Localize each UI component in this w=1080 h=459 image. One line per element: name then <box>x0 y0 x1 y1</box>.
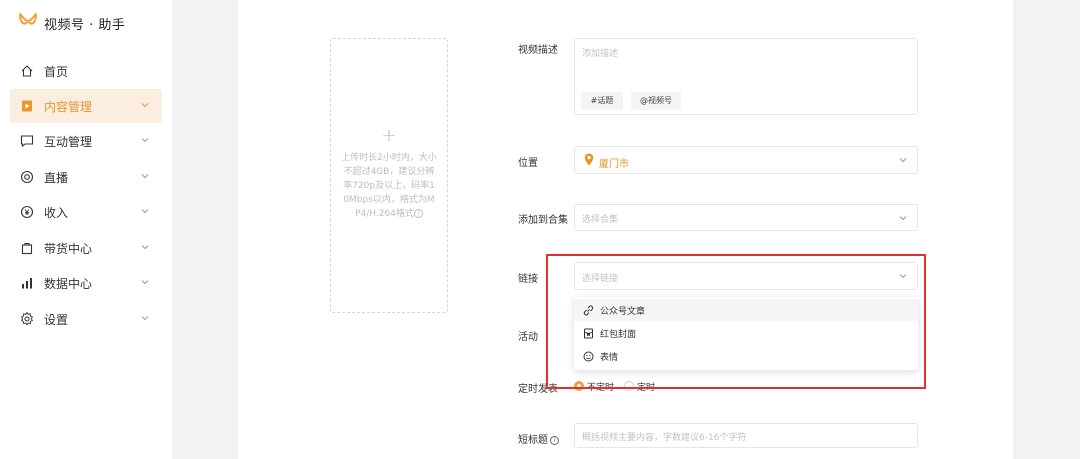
chat-icon <box>20 134 34 148</box>
radio-scheduled[interactable] <box>624 381 635 391</box>
collection-placeholder: 选择合集 <box>582 215 619 225</box>
sidebar-item-label: 首页 <box>44 64 69 79</box>
sidebar-item-income[interactable]: 收入 <box>10 195 162 229</box>
plus-icon: + <box>381 125 397 146</box>
chevron-down-icon <box>141 209 149 214</box>
video-content-icon <box>20 99 34 113</box>
yen-icon <box>20 205 34 219</box>
sidebar-item-label: 带货中心 <box>44 241 93 256</box>
radio-label[interactable]: 定时 <box>637 380 655 393</box>
short-title-label: 短标题 i <box>518 431 559 446</box>
radio-label[interactable]: 不定时 <box>587 380 614 393</box>
sidebar-item-label: 互动管理 <box>44 134 93 149</box>
sidebar-item-label: 内容管理 <box>44 99 93 114</box>
radio-not-scheduled[interactable] <box>574 381 584 391</box>
description-textarea[interactable]: 添加描述 #话题 @视频号 <box>574 38 918 115</box>
link-placeholder: 选择链接 <box>582 274 619 284</box>
upload-tip-text: 上传时长2小时内，大小不超过4GB，建议分辨率720p及以上，码率10Mbps以… <box>341 153 437 219</box>
description-label: 视频描述 <box>518 45 558 56</box>
location-pin-icon <box>584 153 594 166</box>
link-option-label: 公众号文章 <box>600 306 646 317</box>
sidebar-item-commerce[interactable]: 带货中心 <box>10 231 162 265</box>
info-icon[interactable]: i <box>413 209 423 218</box>
sidebar-item-label: 收入 <box>44 205 69 220</box>
topic-tag-button[interactable]: #话题 <box>581 92 623 110</box>
short-title-input[interactable]: 概括视频主要内容，字数建议6-16个字符 <box>574 423 918 448</box>
video-upload-area[interactable]: + 上传时长2小时内，大小不超过4GB，建议分辨率720p及以上，码率10Mbp… <box>330 38 448 313</box>
link-option-emoji[interactable]: 表情 <box>574 345 918 367</box>
gear-icon <box>20 312 34 326</box>
shopping-bag-icon <box>20 241 34 255</box>
location-value: 厦门市 <box>599 159 629 170</box>
sidebar: 视频号 · 助手 首页 内容管理 互动管理 直播 收入 带货中心 数据中心 设置 <box>0 0 172 459</box>
home-icon <box>20 64 34 78</box>
sidebar-item-label: 数据中心 <box>44 276 93 291</box>
link-option-red-packet[interactable]: 红包封面 <box>574 322 918 344</box>
mention-tag-button[interactable]: @视频号 <box>631 92 681 110</box>
sidebar-item-settings[interactable]: 设置 <box>10 302 162 336</box>
chevron-down-icon <box>141 316 149 321</box>
brand[interactable]: 视频号 · 助手 <box>18 12 125 34</box>
schedule-radio-group: 不定时 定时 <box>574 379 665 393</box>
upload-tip: 上传时长2小时内，大小不超过4GB，建议分辨率720p及以上，码率10Mbps以… <box>341 151 437 221</box>
description-placeholder: 添加描述 <box>582 49 619 59</box>
red-packet-icon <box>582 327 594 339</box>
channels-logo-icon <box>18 12 38 34</box>
link-option-label: 红包封面 <box>600 329 637 340</box>
activity-label: 活动 <box>518 332 538 343</box>
collection-select[interactable]: 选择合集 <box>574 204 918 231</box>
sidebar-item-interaction[interactable]: 互动管理 <box>10 124 162 158</box>
short-title-label-text: 短标题 <box>518 435 548 446</box>
sidebar-item-label: 直播 <box>44 170 69 185</box>
emoji-icon <box>582 350 594 362</box>
location-select[interactable]: 厦门市 <box>574 146 918 174</box>
publish-form-card: + 上传时长2小时内，大小不超过4GB，建议分辨率720p及以上，码率10Mbp… <box>238 0 1013 459</box>
sidebar-item-live[interactable]: 直播 <box>10 160 162 194</box>
link-option-label: 表情 <box>600 352 619 363</box>
chevron-down-icon <box>141 138 149 143</box>
link-option-article[interactable]: 公众号文章 <box>574 299 918 321</box>
sidebar-item-content-management[interactable]: 内容管理 <box>10 89 162 123</box>
live-icon <box>20 170 34 184</box>
link-select[interactable]: 选择链接 <box>574 262 918 290</box>
short-title-placeholder: 概括视频主要内容，字数建议6-16个字符 <box>582 433 747 443</box>
chevron-down-icon <box>141 174 149 179</box>
link-icon <box>582 304 594 316</box>
info-icon[interactable]: i <box>550 435 559 445</box>
sidebar-item-data-center[interactable]: 数据中心 <box>10 266 162 300</box>
sidebar-item-label: 设置 <box>44 312 69 327</box>
chevron-down-icon <box>899 274 907 279</box>
app-title: 视频号 · 助手 <box>44 17 126 33</box>
chevron-down-icon <box>141 103 149 108</box>
link-label: 链接 <box>518 274 538 285</box>
chevron-down-icon <box>899 216 907 221</box>
collection-label: 添加到合集 <box>518 215 568 226</box>
link-dropdown-menu: 公众号文章 红包封面 表情 <box>574 297 918 370</box>
chevron-down-icon <box>899 158 907 163</box>
location-label: 位置 <box>518 158 538 169</box>
bar-chart-icon <box>20 276 34 290</box>
chevron-down-icon <box>141 245 149 250</box>
chevron-down-icon <box>141 280 149 285</box>
sidebar-item-home[interactable]: 首页 <box>10 54 162 88</box>
schedule-label: 定时发表 <box>518 384 558 395</box>
